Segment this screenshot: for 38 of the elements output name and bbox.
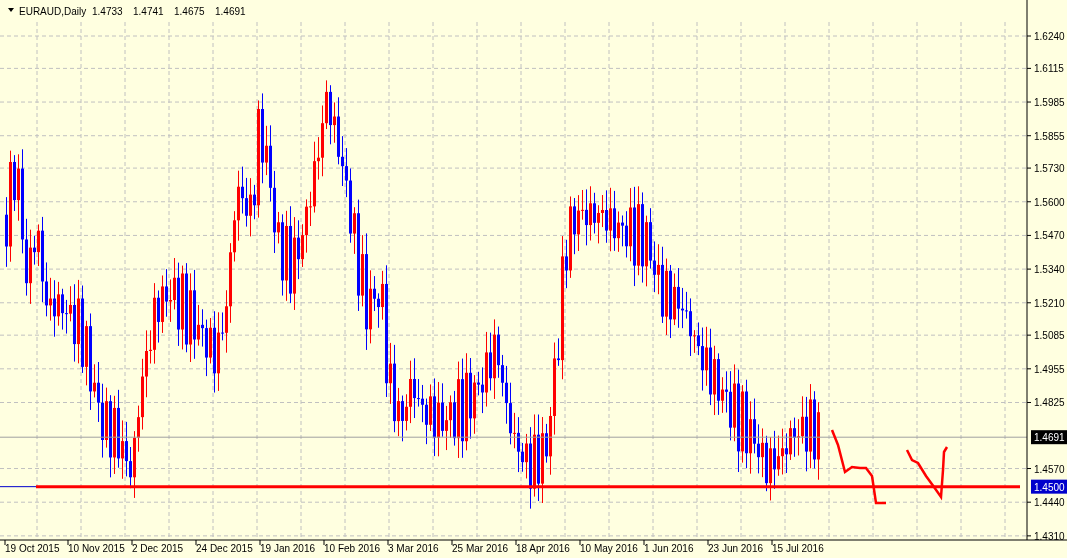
current-price-badge: 1.4691 (1031, 430, 1067, 445)
date-label: 19 Oct 2015 (5, 543, 60, 554)
symbol-label: EURAUD,Daily (19, 6, 87, 17)
date-label: 19 Jan 2016 (260, 543, 316, 554)
price-label: 1.5210 (1034, 297, 1065, 309)
date-label: 25 Mar 2016 (452, 543, 509, 554)
price-label: 1.4955 (1034, 363, 1065, 375)
price-label: 1.6115 (1034, 63, 1064, 75)
support-line[interactable] (36, 485, 1020, 489)
ohlc-value: 1.4741 (133, 6, 164, 17)
price-label: 1.4570 (1034, 463, 1065, 475)
date-label: 15 Jul 2016 (772, 543, 824, 554)
ohlc-value: 1.4691 (215, 6, 246, 17)
ohlc-value: 1.4733 (92, 6, 123, 17)
scribble-drawing (905, 446, 949, 501)
price-label: 1.4825 (1034, 397, 1065, 409)
price-label: 1.5340 (1034, 264, 1065, 276)
date-label: 10 Feb 2016 (324, 543, 381, 554)
date-label: 23 Jun 2016 (708, 543, 764, 554)
price-label: 1.5730 (1034, 163, 1065, 175)
price-label: 1.4310 (1034, 530, 1065, 542)
dropdown-triangle-icon[interactable] (8, 8, 14, 12)
price-label: 1.6240 (1034, 31, 1065, 42)
date-label: 24 Dec 2015 (196, 543, 253, 554)
date-label: 10 May 2016 (580, 543, 638, 554)
price-label: 1.5855 (1034, 130, 1065, 142)
price-label: 1.5085 (1034, 330, 1065, 342)
date-label: 3 Mar 2016 (388, 543, 439, 554)
date-label: 1 Jun 2016 (644, 543, 694, 554)
date-label: 18 Apr 2016 (516, 543, 570, 554)
price-label: 1.5470 (1034, 230, 1065, 242)
date-label: 2 Dec 2015 (132, 543, 184, 554)
date-label: 10 Nov 2015 (68, 543, 125, 554)
ohlc-value: 1.4675 (174, 6, 205, 17)
price-label: 1.5600 (1034, 196, 1065, 208)
price-label: 1.4440 (1034, 497, 1065, 509)
price-label: 1.5985 (1034, 97, 1065, 109)
level-line (0, 486, 37, 488)
